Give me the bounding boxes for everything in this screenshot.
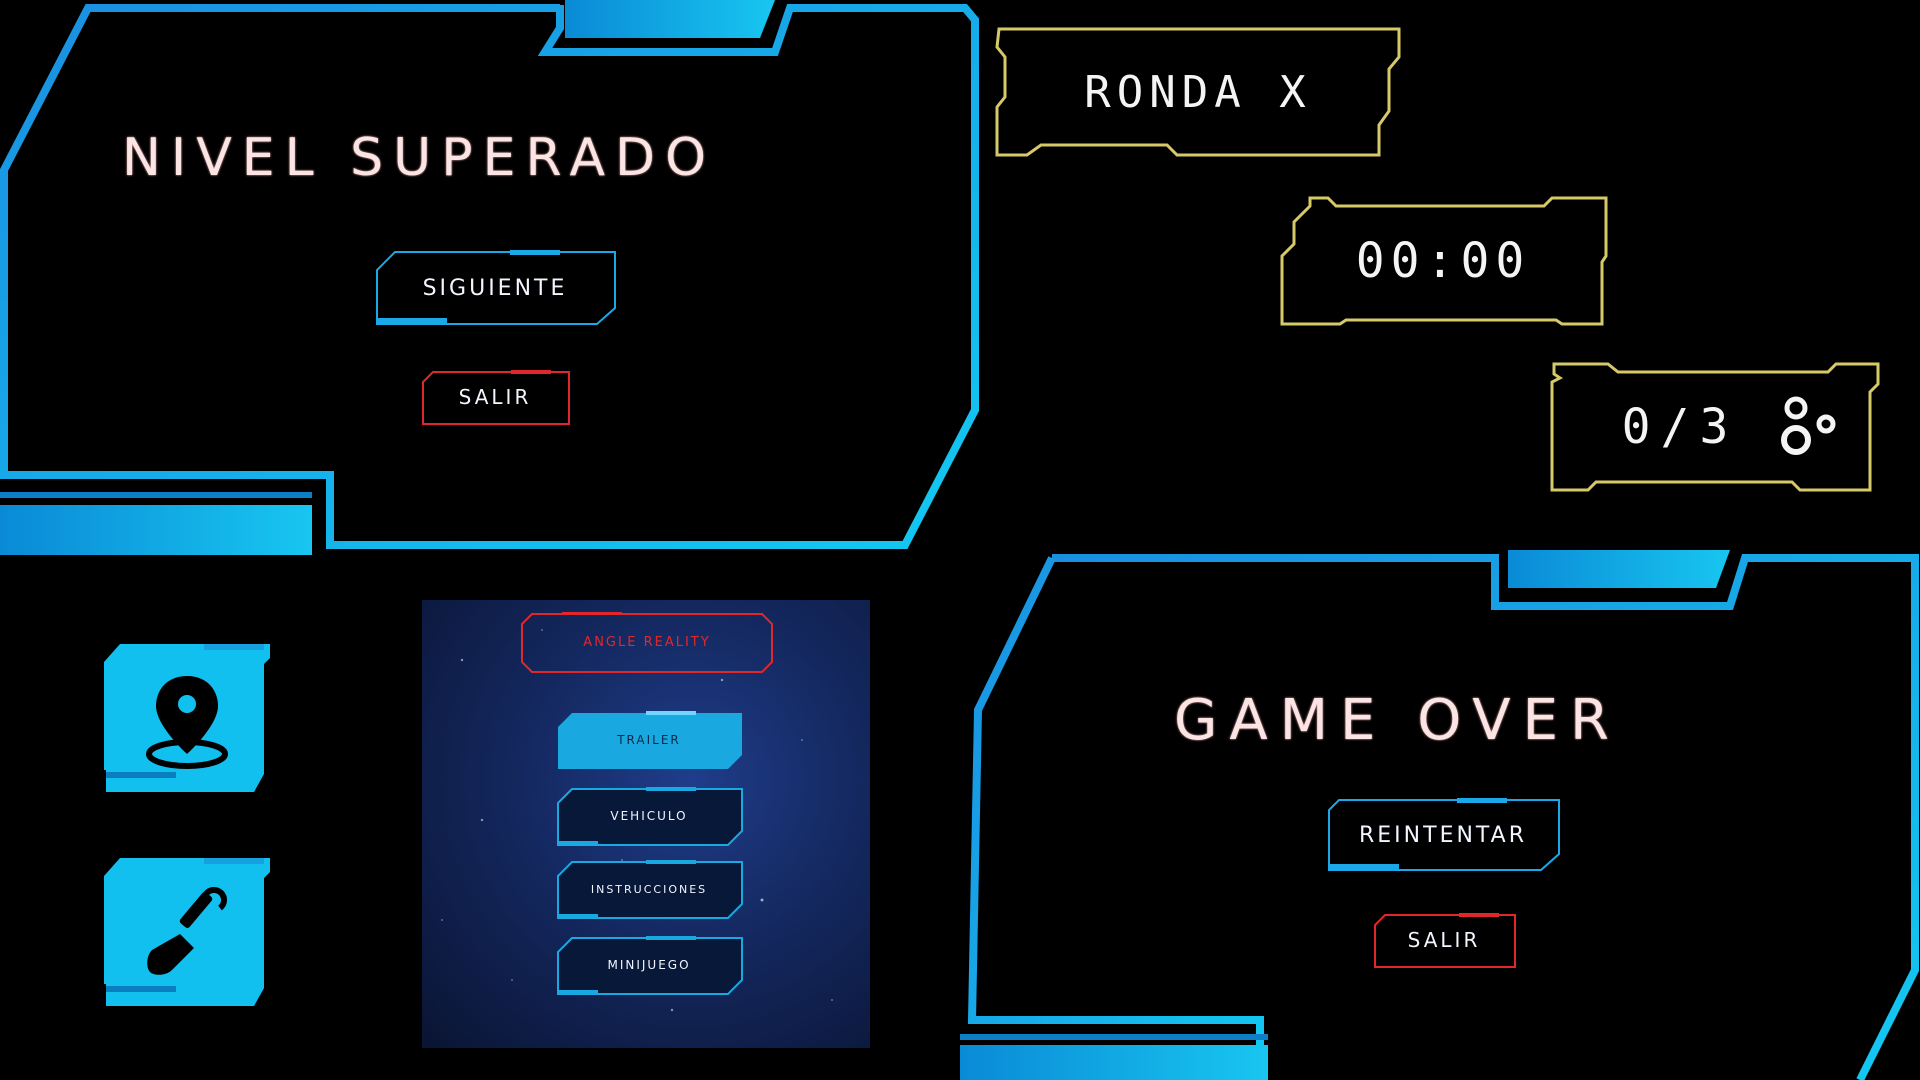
menu-instrucciones-button[interactable]: INSTRUCCIONES: [556, 860, 743, 919]
menu-minijuego-button[interactable]: MINIJUEGO: [556, 936, 743, 995]
exit-button-level[interactable]: SALIR: [421, 370, 570, 425]
timer-display: 00:00: [1280, 196, 1608, 326]
shovel-icon: [147, 887, 227, 975]
round-label: RONDA X: [1084, 66, 1312, 118]
exit-button-level-label: SALIR: [458, 385, 532, 409]
level-complete-title: NIVEL SUPERADO: [122, 128, 717, 188]
main-menu: ANGLE REALITY TRAILER VEHICULO INSTRUCCI…: [422, 600, 870, 1048]
menu-vehiculo-label: VEHICULO: [610, 809, 688, 823]
exit-button-gameover[interactable]: SALIR: [1373, 913, 1516, 968]
level-complete-panel: NIVEL SUPERADO SIGUIENTE SALIR: [0, 0, 990, 560]
menu-trailer-label: TRAILER: [617, 733, 681, 747]
game-over-panel: GAME OVER REINTENTAR SALIR: [960, 550, 1920, 1080]
gears-icon: [1781, 396, 1836, 455]
menu-vehiculo-button[interactable]: VEHICULO: [556, 787, 743, 846]
retry-button-label: REINTENTAR: [1359, 822, 1527, 848]
menu-trailer-button[interactable]: TRAILER: [556, 711, 742, 769]
counter-value: 0/3: [1621, 399, 1739, 455]
exit-button-gameover-label: SALIR: [1407, 928, 1481, 952]
map-tile[interactable]: [104, 642, 270, 792]
menu-instrucciones-label: INSTRUCCIONES: [590, 882, 708, 896]
round-indicator: RONDA X: [995, 27, 1401, 157]
menu-minijuego-label: MINIJUEGO: [607, 958, 691, 972]
gear-counter: 0/3: [1550, 362, 1880, 492]
dig-tile[interactable]: [104, 856, 270, 1006]
menu-title-label: ANGLE REALITY: [583, 634, 711, 650]
retry-button[interactable]: REINTENTAR: [1327, 798, 1560, 872]
next-button[interactable]: SIGUIENTE: [375, 250, 616, 326]
menu-title: ANGLE REALITY: [521, 612, 773, 673]
map-pin-icon: [146, 676, 228, 769]
game-over-title: GAME OVER: [1174, 688, 1621, 753]
next-button-label: SIGUIENTE: [422, 275, 568, 301]
timer-value: 00:00: [1355, 233, 1531, 289]
